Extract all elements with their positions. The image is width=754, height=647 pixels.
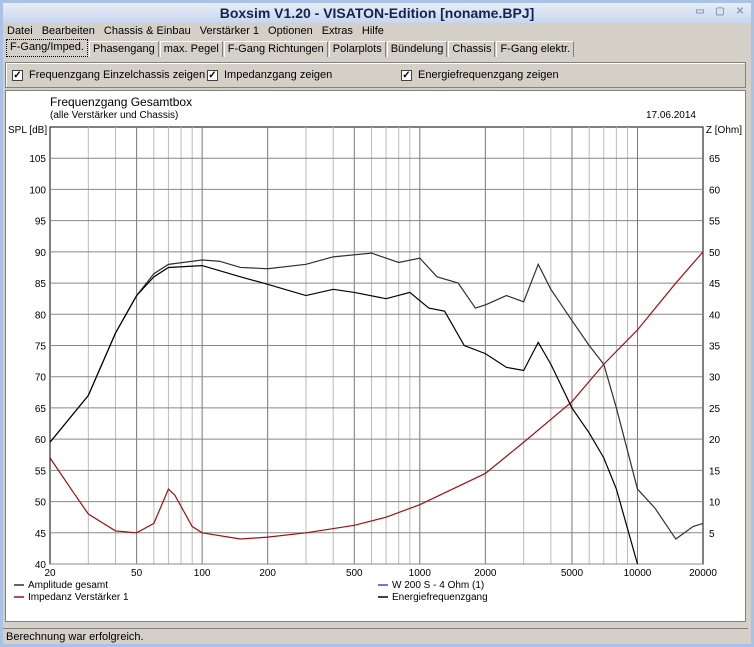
series-impedanz-verst-rker-1 <box>50 251 703 540</box>
y-tick-label: 90 <box>35 248 47 259</box>
checkbox-label: Frequenzgang Einzelchassis zeigen <box>29 69 206 81</box>
x-tick-label: 50 <box>131 568 143 579</box>
menu-bearbeiten[interactable]: Bearbeiten <box>42 23 95 39</box>
y2-tick-label: 5 <box>709 529 715 540</box>
minimize-icon[interactable]: ▭ <box>693 6 707 18</box>
tab-chassis[interactable]: Chassis <box>448 41 496 57</box>
y2-tick-label: 25 <box>709 404 721 415</box>
checkmark-icon: ✓ <box>207 69 218 81</box>
y-tick-label: 60 <box>35 435 47 446</box>
legend-label: Impedanz Verstärker 1 <box>28 592 129 603</box>
tab-fgang-elektr[interactable]: F-Gang elektr. <box>496 41 575 57</box>
y-tick-label: 55 <box>35 466 47 477</box>
title-bar: Boxsim V1.20 - VISATON-Edition [noname.B… <box>3 3 751 23</box>
menu-verstaerker[interactable]: Verstärker 1 <box>200 23 259 39</box>
y2-tick-label: 35 <box>709 342 721 353</box>
y-axis-label: SPL [dB] <box>8 125 47 136</box>
menu-extras[interactable]: Extras <box>322 23 353 39</box>
checkbox-energie[interactable]: ✓ Energiefrequenzgang zeigen <box>401 69 559 81</box>
x-tick-label: 1000 <box>409 568 432 579</box>
chart-title: Frequenzgang Gesamtbox <box>50 95 192 109</box>
series-amplitude-gesamt <box>50 252 703 540</box>
checkbox-label: Impedanzgang zeigen <box>224 69 333 81</box>
y-tick-label: 95 <box>35 217 47 228</box>
tab-fgang-imped[interactable]: F-Gang/Imped. <box>6 39 88 57</box>
y2-tick-label: 30 <box>709 373 721 384</box>
y2-tick-label: 15 <box>709 466 721 477</box>
x-tick-label: 500 <box>346 568 363 579</box>
tab-phasengang[interactable]: Phasengang <box>88 41 159 57</box>
checkbox-label: Energiefrequenzgang zeigen <box>418 69 559 81</box>
y2-tick-label: 40 <box>709 310 721 321</box>
y-tick-label: 105 <box>29 154 46 165</box>
window-title: Boxsim V1.20 - VISATON-Edition [noname.B… <box>219 5 535 21</box>
checkbox-impedanz[interactable]: ✓ Impedanzgang zeigen <box>207 69 332 81</box>
checkmark-icon: ✓ <box>12 69 23 81</box>
menu-optionen[interactable]: Optionen <box>268 23 313 39</box>
options-panel: ✓ Frequenzgang Einzelchassis zeigen ✓ Impe… <box>5 62 746 88</box>
y-tick-label: 65 <box>35 404 47 415</box>
y2-tick-label: 65 <box>709 154 721 165</box>
legend-label: Energiefrequenzgang <box>392 592 488 603</box>
frequency-chart: Frequenzgang Gesamtbox (alle Verstärker … <box>8 95 742 603</box>
close-icon[interactable]: ✕ <box>733 6 747 18</box>
y2-tick-label: 20 <box>709 435 721 446</box>
x-tick-label: 100 <box>194 568 211 579</box>
series-energiefrequenzgang <box>50 264 639 564</box>
tab-fgang-richtungen[interactable]: F-Gang Richtungen <box>223 41 328 57</box>
maximize-icon[interactable]: ▢ <box>713 6 727 18</box>
y-tick-label: 70 <box>35 373 47 384</box>
chart-area: Frequenzgang Gesamtbox (alle Verstärker … <box>5 90 746 622</box>
y-tick-label: 45 <box>35 529 47 540</box>
y2-tick-label: 10 <box>709 498 721 509</box>
x-tick-label: 20000 <box>689 568 717 579</box>
x-tick-label: 5000 <box>561 568 584 579</box>
menu-hilfe[interactable]: Hilfe <box>362 23 384 39</box>
y2-tick-label: 55 <box>709 217 721 228</box>
legend-label: Amplitude gesamt <box>28 580 108 591</box>
y-tick-label: 100 <box>29 185 46 196</box>
menu-chassis[interactable]: Chassis & Einbau <box>104 23 191 39</box>
x-tick-label: 200 <box>259 568 276 579</box>
status-bar: Berechnung war erfolgreich. <box>3 628 748 644</box>
x-tick-label: 10000 <box>624 568 652 579</box>
checkbox-einzelchassis[interactable]: ✓ Frequenzgang Einzelchassis zeigen <box>12 69 205 81</box>
checkmark-icon: ✓ <box>401 69 412 81</box>
tab-buendelung[interactable]: Bündelung <box>386 41 448 57</box>
y-tick-label: 80 <box>35 310 47 321</box>
tab-bar: F-Gang/Imped. Phasengang max. Pegel F-Ga… <box>3 39 751 57</box>
menu-datei[interactable]: Datei <box>7 23 33 39</box>
y-tick-label: 50 <box>35 498 47 509</box>
y2-tick-label: 60 <box>709 185 721 196</box>
y2-axis-label: Z [Ohm] <box>706 125 742 136</box>
legend-label: W 200 S - 4 Ohm (1) <box>392 580 484 591</box>
menu-bar: Datei Bearbeiten Chassis & Einbau Verstä… <box>3 23 751 39</box>
x-tick-label: 20 <box>44 568 56 579</box>
tab-polarplots[interactable]: Polarplots <box>328 41 386 57</box>
y-tick-label: 75 <box>35 342 47 353</box>
chart-date: 17.06.2014 <box>646 110 696 121</box>
y-tick-label: 40 <box>35 560 47 571</box>
x-tick-label: 2000 <box>474 568 497 579</box>
y-tick-label: 85 <box>35 279 47 290</box>
y2-tick-label: 50 <box>709 248 721 259</box>
y2-tick-label: 45 <box>709 279 721 290</box>
tab-max-pegel[interactable]: max. Pegel <box>159 41 223 57</box>
chart-subtitle: (alle Verstärker und Chassis) <box>50 110 178 121</box>
